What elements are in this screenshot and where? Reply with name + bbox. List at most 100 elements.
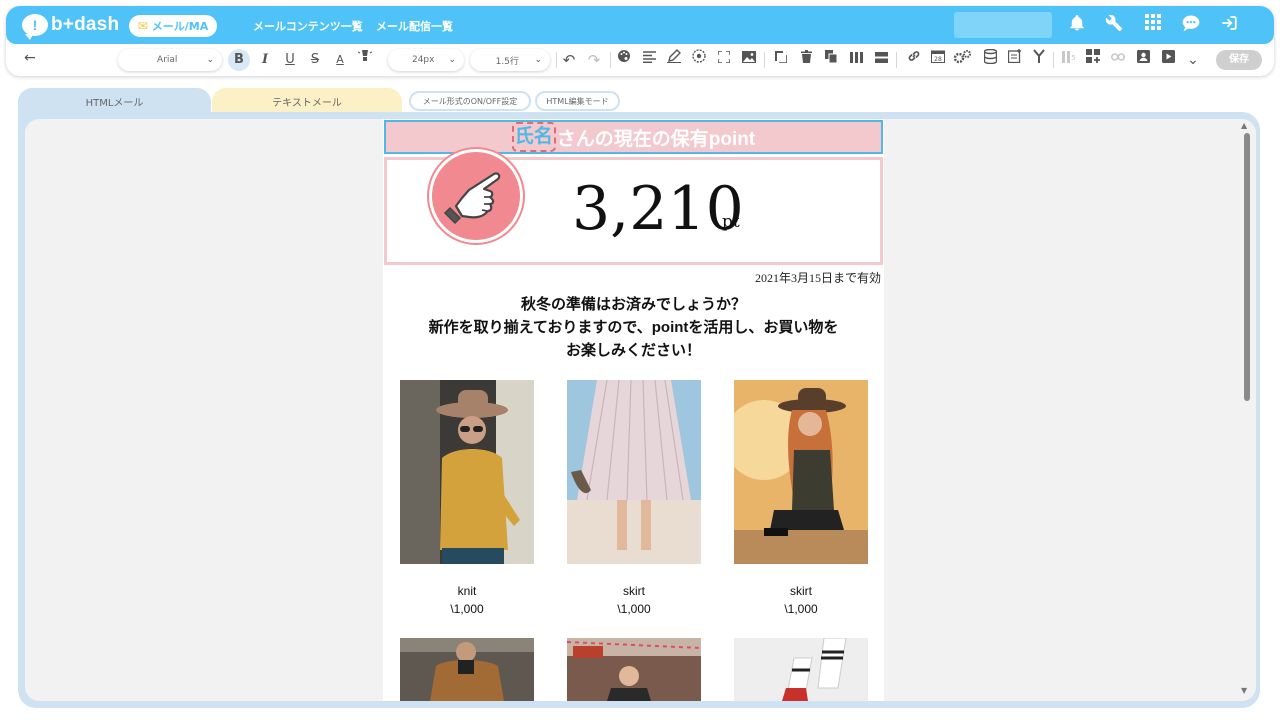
chevron-down-icon: ⌄ [206,55,214,65]
toolbar-divider [896,52,897,68]
undo-icon[interactable]: ↶ [558,49,580,71]
back-arrow-icon[interactable]: ← [24,50,36,66]
html-edit-mode-button[interactable]: HTML編集モード [535,91,620,111]
mail-preview[interactable]: 氏名 さんの現在の保有point 3,210 pt 2021年3月15日まで有効… [383,119,884,701]
wrench-icon[interactable] [1103,14,1125,36]
point-value: 3,210 [572,174,744,244]
name-merge-tag[interactable]: 氏名 [511,122,556,152]
toolbar-divider [556,52,557,68]
product-name: skirt [790,584,812,598]
mode-pill-mail-ma[interactable]: ✉ メール/MA [129,15,217,37]
tab-html-mail[interactable]: HTMLメール [18,88,211,114]
expiry-date: 2021年3月15日まで有効 [754,271,881,285]
target-icon[interactable] [688,49,710,71]
more-chevron-icon[interactable]: ⌄ [1182,49,1204,71]
mail-title-text: さんの現在の保有point [556,128,756,150]
italic-button[interactable]: I [254,49,276,71]
tab-text-mail[interactable]: テキストメール [212,88,402,114]
redo-icon[interactable]: ↷ [583,49,605,71]
point-block[interactable]: 3,210 pt [384,149,883,265]
product-photo-socks [734,638,868,701]
font-family-value: Arial [157,55,178,65]
strikethrough-button[interactable]: S [304,49,326,71]
mail-title-block[interactable]: 氏名 さんの現在の保有point [384,120,883,154]
product-card[interactable]: skirt \1,000 [567,380,701,616]
logo-bubble-icon: ! [22,14,48,40]
product-photo-knit [400,380,534,564]
svg-text:28: 28 [934,56,942,63]
support-chat-icon[interactable] [1180,14,1202,36]
branch-icon[interactable] [1028,49,1050,71]
font-family-select[interactable]: Arial ⌄ [118,49,222,71]
editor-toolbar: ← Arial ⌄ B I U S A 24px ⌄ 1.5行 ⌄ ↶ ↷ 28… [6,46,1274,74]
pen-icon[interactable] [663,49,685,71]
fullscreen-icon[interactable] [713,49,735,71]
product-card[interactable]: knit \1,000 [400,380,534,616]
scroll-up-arrow-icon[interactable]: ▲ [1241,121,1247,130]
app-root: ! b+dash ✉ メール/MA メールコンテンツ一覧 メール配信一覧 ← A… [0,0,1280,720]
nav-mail-delivery[interactable]: メール配信一覧 [376,18,453,34]
nav-mail-contents[interactable]: メールコンテンツ一覧 [253,18,363,34]
font-color-button[interactable]: A [329,49,351,71]
logo-text: b+dash [51,14,120,35]
database-icon[interactable] [979,48,1001,71]
resize-icon[interactable] [770,49,792,71]
add-note-icon[interactable] [1004,49,1026,71]
svg-text:5: 5 [1071,54,1075,62]
product-price: \1,000 [450,602,484,616]
message-line: 新作を取り揃えておりますので、pointを活用し、お買い物を [428,319,839,336]
palette-icon[interactable] [613,49,635,71]
save-button[interactable]: 保存 [1216,50,1262,70]
chevron-down-icon: ⌄ [448,55,456,65]
chevron-down-icon: ⌄ [534,55,542,65]
product-photo-coat [400,638,534,701]
rows-icon[interactable] [870,49,892,71]
bold-button[interactable]: B [228,49,250,71]
product-name: skirt [623,584,645,598]
product-photo-street [567,638,701,701]
product-photo-skirt [567,380,701,564]
product-card[interactable]: skirt \1,000 [734,380,868,616]
contact-card-icon[interactable] [1132,49,1154,71]
grid-apps-icon[interactable] [1142,14,1164,36]
toolbar-divider [610,52,611,68]
layout-disabled-icon[interactable]: 5 [1058,49,1080,71]
product-card[interactable] [734,638,868,701]
link-icon[interactable] [903,49,925,71]
product-photo-skirt [734,380,868,564]
mail-message[interactable]: 秋冬の準備はお済みでしょうか？ 新作を取り揃えておりますので、pointを活用し… [383,293,884,362]
mail-format-toggle-button[interactable]: メール形式のON/OFF設定 [409,91,531,111]
point-unit: pt [722,212,740,232]
trash-icon[interactable] [795,49,817,71]
scroll-down-arrow-icon[interactable]: ▼ [1241,686,1247,695]
line-height-select[interactable]: 1.5行 ⌄ [470,49,550,71]
toolbar-divider [1053,52,1054,68]
logout-icon[interactable] [1218,14,1240,36]
message-line: お楽しみください！ [565,342,701,359]
product-name: knit [457,584,477,598]
columns-icon[interactable] [845,49,867,71]
scrollbar-thumb[interactable] [1244,133,1250,401]
product-price: \1,000 [784,602,818,616]
gears-icon[interactable] [951,49,973,71]
bell-icon[interactable] [1066,14,1088,36]
underline-button[interactable]: U [279,49,301,71]
message-line: 秋冬の準備はお済みでしょうか？ [520,296,746,313]
video-icon[interactable] [1157,49,1179,71]
product-card[interactable] [567,638,701,701]
copy-icon[interactable] [820,49,842,71]
brand-logo[interactable]: ! b+dash [22,10,119,40]
product-price: \1,000 [617,602,651,616]
toolbar-divider [764,52,765,68]
add-block-icon[interactable] [1082,49,1104,71]
line-height-value: 1.5行 [495,56,519,67]
image-icon[interactable] [738,49,760,71]
product-card[interactable] [400,638,534,701]
align-icon[interactable] [638,49,660,71]
font-size-select[interactable]: 24px ⌄ [388,49,464,71]
pointing-hand-icon [429,149,523,243]
highlight-icon[interactable] [354,48,376,71]
top-navbar: ! b+dash ✉ メール/MA メールコンテンツ一覧 メール配信一覧 [6,6,1274,44]
link-off-icon[interactable] [1107,49,1129,71]
calendar-icon[interactable]: 28 [927,49,949,71]
